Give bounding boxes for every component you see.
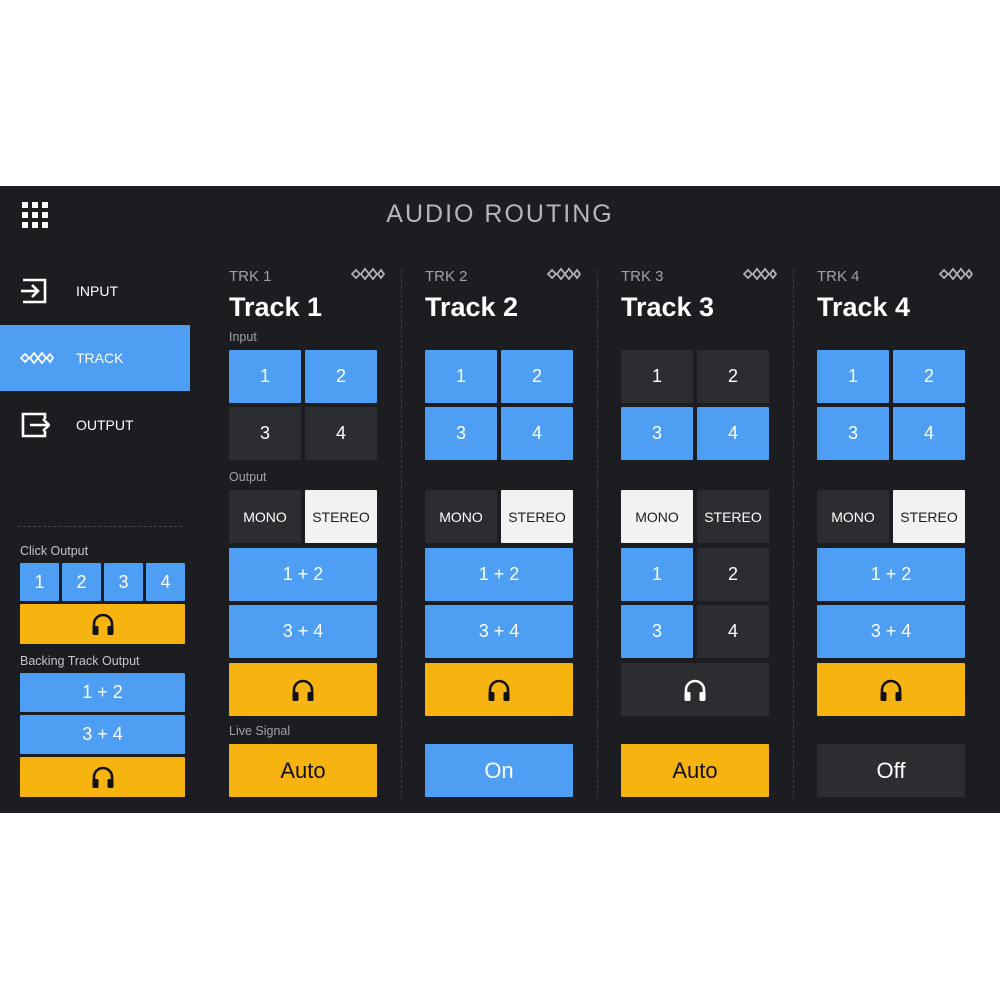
track-name[interactable]: Track 4 (817, 292, 910, 323)
input-1-button[interactable]: 1 (229, 350, 301, 403)
live-signal-button[interactable]: On (425, 744, 573, 797)
backing-output-3-4-button[interactable]: 3 + 4 (20, 715, 185, 754)
track-column-3: TRK 3 Track 3 1 2 3 4 MONO STEREO 1 2 3 4 Auto (621, 186, 816, 813)
track-code: TRK 3 (621, 268, 664, 285)
backing-track-output-label: Backing Track Output (20, 654, 140, 668)
output-3-button[interactable]: 3 (621, 605, 693, 658)
input-1-button[interactable]: 1 (817, 350, 889, 403)
output-1-2-button[interactable]: 1 + 2 (425, 548, 573, 601)
input-2-button[interactable]: 2 (893, 350, 965, 403)
login-arrow-icon (21, 278, 47, 304)
live-signal-button[interactable]: Off (817, 744, 965, 797)
live-signal-label: Live Signal (229, 724, 291, 738)
backing-output-headphones-button[interactable] (20, 757, 185, 797)
sidebar-item-label: INPUT (76, 283, 118, 299)
output-2-button[interactable]: 2 (697, 548, 769, 601)
track-name[interactable]: Track 3 (621, 292, 714, 323)
stereo-button[interactable]: STEREO (697, 490, 769, 543)
input-1-button[interactable]: 1 (425, 350, 497, 403)
input-4-button[interactable]: 4 (697, 407, 769, 460)
sidebar-item-label: OUTPUT (76, 417, 134, 433)
logout-arrow-icon (21, 412, 50, 438)
headphones-output-button[interactable] (621, 663, 769, 716)
click-output-2-button[interactable]: 2 (62, 563, 101, 601)
track-column-2: TRK 2 Track 2 1 2 3 4 MONO STEREO 1 + 23 + 4 On (425, 186, 620, 813)
input-1-button[interactable]: 1 (621, 350, 693, 403)
input-2-button[interactable]: 2 (501, 350, 573, 403)
backing-output-1-2-button[interactable]: 1 + 2 (20, 673, 185, 712)
output-3-4-button[interactable]: 3 + 4 (425, 605, 573, 658)
stereo-button[interactable]: STEREO (893, 490, 965, 543)
diamond-chain-icon[interactable] (351, 266, 385, 282)
input-2-button[interactable]: 2 (305, 350, 377, 403)
headphones-output-button[interactable] (425, 663, 573, 716)
diamond-chain-icon[interactable] (939, 266, 973, 282)
track-name[interactable]: Track 2 (425, 292, 518, 323)
input-section-label: Input (229, 330, 257, 344)
sidebar-divider (18, 526, 182, 527)
input-2-button[interactable]: 2 (697, 350, 769, 403)
sidebar-item-output[interactable]: OUTPUT (0, 392, 190, 458)
headphones-icon (92, 766, 113, 788)
output-1-2-button[interactable]: 1 + 2 (817, 548, 965, 601)
click-output-1-button[interactable]: 1 (20, 563, 59, 601)
headphones-icon (684, 679, 706, 701)
output-3-4-button[interactable]: 3 + 4 (229, 605, 377, 658)
sidebar-item-input[interactable]: INPUT (0, 258, 190, 324)
track-column-1: TRK 1 Track 1 Input 1 2 3 4 Output MONO STEREO 1 +… (229, 186, 424, 813)
mono-button[interactable]: MONO (817, 490, 889, 543)
headphones-output-button[interactable] (817, 663, 965, 716)
output-section-label: Output (229, 470, 267, 484)
input-3-button[interactable]: 3 (229, 407, 301, 460)
headphones-icon (292, 679, 314, 701)
track-code: TRK 2 (425, 268, 468, 285)
track-column-4: TRK 4 Track 4 1 2 3 4 MONO STEREO 1 + 23 + 4 Off (817, 186, 1000, 813)
input-3-button[interactable]: 3 (621, 407, 693, 460)
output-1-2-button[interactable]: 1 + 2 (229, 548, 377, 601)
click-output-3-button[interactable]: 3 (104, 563, 143, 601)
mono-button[interactable]: MONO (425, 490, 497, 543)
input-4-button[interactable]: 4 (893, 407, 965, 460)
headphones-icon (488, 679, 510, 701)
audio-routing-panel: AUDIO ROUTING INPUT TRACK OUTPUT Click O… (0, 186, 1000, 813)
input-4-button[interactable]: 4 (305, 407, 377, 460)
sidebar-item-label: TRACK (76, 350, 124, 366)
mono-button[interactable]: MONO (621, 490, 693, 543)
diamond-chain-icon[interactable] (547, 266, 581, 282)
live-signal-button[interactable]: Auto (621, 744, 769, 797)
output-4-button[interactable]: 4 (697, 605, 769, 658)
stereo-button[interactable]: STEREO (501, 490, 573, 543)
mono-button[interactable]: MONO (229, 490, 301, 543)
input-4-button[interactable]: 4 (501, 407, 573, 460)
click-output-headphones-button[interactable] (20, 604, 185, 644)
track-code: TRK 4 (817, 268, 860, 285)
track-code: TRK 1 (229, 268, 272, 285)
sidebar-item-track[interactable]: TRACK (0, 325, 190, 391)
track-name[interactable]: Track 1 (229, 292, 322, 323)
input-3-button[interactable]: 3 (425, 407, 497, 460)
click-output-label: Click Output (20, 544, 89, 558)
input-3-button[interactable]: 3 (817, 407, 889, 460)
diamond-chain-icon[interactable] (743, 266, 777, 282)
output-1-button[interactable]: 1 (621, 548, 693, 601)
headphones-output-button[interactable] (229, 663, 377, 716)
headphones-icon (92, 613, 113, 635)
live-signal-button[interactable]: Auto (229, 744, 377, 797)
output-3-4-button[interactable]: 3 + 4 (817, 605, 965, 658)
diamond-chain-icon (20, 351, 54, 365)
click-output-4-button[interactable]: 4 (146, 563, 185, 601)
stereo-button[interactable]: STEREO (305, 490, 377, 543)
headphones-icon (880, 679, 902, 701)
